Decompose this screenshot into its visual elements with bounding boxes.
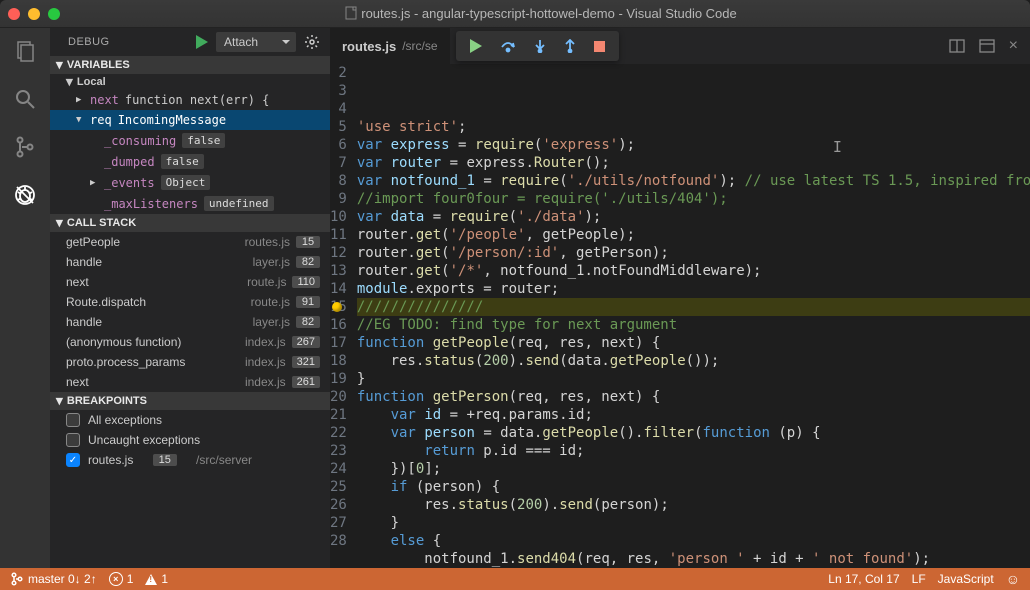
checkbox[interactable] [66, 453, 80, 467]
warnings-count[interactable]: 1 [145, 572, 168, 586]
callstack-row[interactable]: (anonymous function)index.js267 [50, 332, 330, 352]
callstack-row[interactable]: proto.process_paramsindex.js321 [50, 352, 330, 372]
more-icon[interactable] [979, 39, 995, 53]
breakpoint-row[interactable]: routes.js 15 /src/server [50, 450, 330, 470]
zoom-window[interactable] [48, 8, 60, 20]
callstack-row[interactable]: handlelayer.js82 [50, 252, 330, 272]
explorer-icon[interactable] [12, 38, 38, 64]
tab-routes-js[interactable]: routes.js /src/se [330, 28, 450, 64]
callstack-section[interactable]: ▶CALL STACK [50, 214, 330, 232]
window-controls [8, 8, 60, 20]
breakpoints-section[interactable]: ▶BREAKPOINTS [50, 392, 330, 410]
variables-section[interactable]: ▶VARIABLES [50, 56, 330, 74]
editor-area: routes.js /src/se × 23456789101112131415… [330, 28, 1030, 568]
close-window[interactable] [8, 8, 20, 20]
feedback-icon[interactable]: ☺ [1006, 571, 1020, 587]
search-icon[interactable] [12, 86, 38, 112]
debug-icon[interactable] [12, 182, 38, 208]
debug-toolbar [456, 31, 619, 61]
activity-bar [0, 28, 50, 568]
callstack-row[interactable]: handlelayer.js82 [50, 312, 330, 332]
step-into-icon[interactable] [534, 39, 546, 53]
close-icon[interactable]: × [1009, 37, 1018, 55]
variable-row[interactable]: _consuming false [50, 130, 330, 151]
callstack-row[interactable]: nextroute.js110 [50, 272, 330, 292]
tab-bar: routes.js /src/se × [330, 28, 1030, 64]
variable-row[interactable]: ▶next function next(err) { [50, 90, 330, 110]
language-mode[interactable]: JavaScript [938, 572, 994, 586]
variables-scope[interactable]: ▶Local [50, 74, 330, 90]
minimize-window[interactable] [28, 8, 40, 20]
file-icon [345, 6, 357, 20]
window-title: routes.js - angular-typescript-hottowel-… [60, 6, 1022, 21]
editor[interactable]: 2345678910111213141516171819202122232425… [330, 64, 1030, 568]
git-branch[interactable]: master 0↓ 2↑ [10, 572, 97, 586]
checkbox[interactable] [66, 413, 80, 427]
callstack-row[interactable]: Route.dispatchroute.js91 [50, 292, 330, 312]
titlebar: routes.js - angular-typescript-hottowel-… [0, 0, 1030, 28]
variable-row[interactable]: _dumped false [50, 151, 330, 172]
debug-header: DEBUG Attach [50, 28, 330, 56]
callstack-row[interactable]: getPeopleroutes.js15 [50, 232, 330, 252]
continue-icon[interactable] [470, 39, 482, 53]
gear-icon[interactable] [304, 34, 320, 50]
variable-row[interactable]: ▶_events Object [50, 172, 330, 193]
checkbox[interactable] [66, 433, 80, 447]
debug-label: DEBUG [68, 36, 110, 48]
split-editor-icon[interactable] [949, 39, 965, 53]
errors-count[interactable]: ×1 [109, 572, 134, 586]
editor-actions: × [949, 28, 1030, 64]
stop-icon[interactable] [594, 41, 605, 52]
cursor-position[interactable]: Ln 17, Col 17 [828, 572, 899, 586]
debug-sidebar: DEBUG Attach ▶VARIABLES ▶Local ▶next fun… [50, 28, 330, 568]
debug-config-dropdown[interactable]: Attach [216, 32, 296, 52]
variable-row[interactable]: ▼req IncomingMessage [50, 110, 330, 130]
source-control-icon[interactable] [12, 134, 38, 160]
eol[interactable]: LF [912, 572, 926, 586]
callstack-row[interactable]: nextindex.js261 [50, 372, 330, 392]
breakpoint-row[interactable]: All exceptions [50, 410, 330, 430]
step-over-icon[interactable] [500, 39, 516, 53]
status-bar: master 0↓ 2↑ ×1 1 Ln 17, Col 17 LF JavaS… [0, 568, 1030, 590]
start-debug-icon[interactable] [196, 35, 208, 49]
breakpoint-row[interactable]: Uncaught exceptions [50, 430, 330, 450]
step-out-icon[interactable] [564, 39, 576, 53]
variable-row[interactable]: _maxListeners undefined [50, 193, 330, 214]
